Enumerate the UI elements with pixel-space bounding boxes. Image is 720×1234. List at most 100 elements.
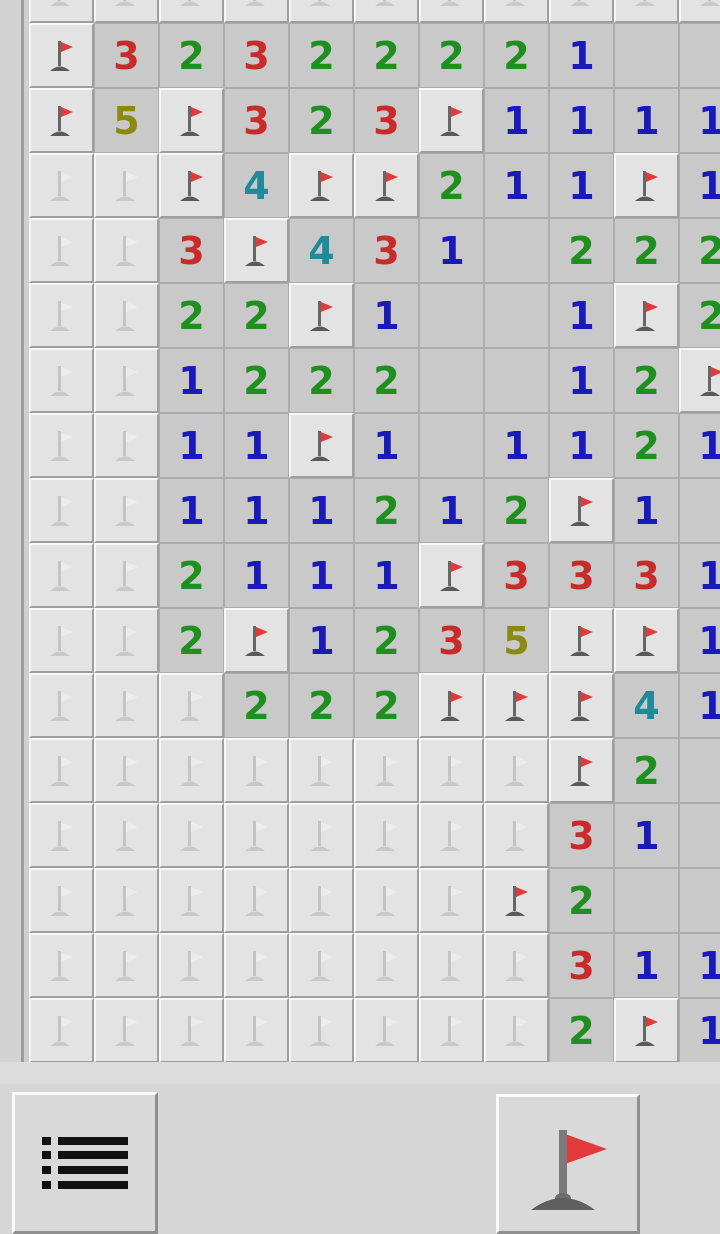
- cell-hidden[interactable]: [419, 803, 484, 868]
- cell-hidden[interactable]: [29, 543, 94, 608]
- cell-number[interactable]: 2: [419, 23, 484, 88]
- cell-hidden[interactable]: [29, 413, 94, 478]
- cell-hidden[interactable]: [419, 998, 484, 1062]
- cell-hidden[interactable]: [94, 0, 159, 23]
- cell-number[interactable]: 3: [224, 88, 289, 153]
- cell-hidden[interactable]: [224, 803, 289, 868]
- cell-hidden[interactable]: [94, 348, 159, 413]
- cell-empty[interactable]: [679, 803, 720, 868]
- cell-number[interactable]: 2: [159, 543, 224, 608]
- cell-empty[interactable]: [484, 283, 549, 348]
- cell-number[interactable]: 1: [679, 998, 720, 1062]
- cell-hidden[interactable]: [29, 218, 94, 283]
- cell-number[interactable]: 2: [224, 283, 289, 348]
- cell-empty[interactable]: [679, 23, 720, 88]
- cell-number[interactable]: 1: [159, 413, 224, 478]
- cell-number[interactable]: 2: [614, 218, 679, 283]
- cell-number[interactable]: 1: [549, 88, 614, 153]
- cell-hidden[interactable]: [354, 738, 419, 803]
- cell-hidden[interactable]: [29, 478, 94, 543]
- cell-hidden[interactable]: [29, 803, 94, 868]
- cell-number[interactable]: 1: [289, 543, 354, 608]
- cell-hidden[interactable]: [29, 153, 94, 218]
- cell-number[interactable]: 1: [354, 283, 419, 348]
- cell-number[interactable]: 1: [614, 88, 679, 153]
- cell-number[interactable]: 1: [289, 478, 354, 543]
- cell-flagged[interactable]: [289, 153, 354, 218]
- cell-number[interactable]: 5: [94, 88, 159, 153]
- cell-number[interactable]: 1: [679, 933, 720, 998]
- cell-hidden[interactable]: [419, 0, 484, 23]
- cell-hidden[interactable]: [94, 543, 159, 608]
- cell-hidden[interactable]: [289, 803, 354, 868]
- cell-flagged[interactable]: [679, 348, 720, 413]
- cell-number[interactable]: 1: [224, 478, 289, 543]
- cell-flagged[interactable]: [159, 153, 224, 218]
- cell-hidden[interactable]: [419, 738, 484, 803]
- cell-flagged[interactable]: [419, 673, 484, 738]
- cell-number[interactable]: 1: [289, 608, 354, 673]
- cell-hidden[interactable]: [159, 803, 224, 868]
- cell-hidden[interactable]: [94, 218, 159, 283]
- cell-hidden[interactable]: [224, 933, 289, 998]
- cell-number[interactable]: 3: [549, 803, 614, 868]
- cell-hidden[interactable]: [94, 673, 159, 738]
- cell-number[interactable]: 1: [484, 153, 549, 218]
- cell-hidden[interactable]: [29, 348, 94, 413]
- cell-hidden[interactable]: [354, 0, 419, 23]
- cell-number[interactable]: 1: [614, 478, 679, 543]
- cell-number[interactable]: 1: [549, 153, 614, 218]
- cell-number[interactable]: 1: [159, 348, 224, 413]
- cell-number[interactable]: 4: [614, 673, 679, 738]
- cell-number[interactable]: 1: [549, 413, 614, 478]
- cell-hidden[interactable]: [29, 998, 94, 1062]
- cell-hidden[interactable]: [159, 868, 224, 933]
- cell-hidden[interactable]: [679, 0, 720, 23]
- cell-empty[interactable]: [484, 218, 549, 283]
- cell-number[interactable]: 2: [549, 218, 614, 283]
- cell-hidden[interactable]: [484, 933, 549, 998]
- cell-number[interactable]: 2: [419, 153, 484, 218]
- cell-hidden[interactable]: [484, 998, 549, 1062]
- cell-hidden[interactable]: [94, 738, 159, 803]
- cell-hidden[interactable]: [289, 933, 354, 998]
- cell-hidden[interactable]: [289, 738, 354, 803]
- cell-number[interactable]: 1: [549, 348, 614, 413]
- cell-number[interactable]: 2: [159, 608, 224, 673]
- cell-hidden[interactable]: [159, 998, 224, 1062]
- menu-button[interactable]: [12, 1092, 158, 1234]
- cell-number[interactable]: 1: [549, 23, 614, 88]
- cell-number[interactable]: 3: [159, 218, 224, 283]
- cell-empty[interactable]: [419, 283, 484, 348]
- cell-number[interactable]: 1: [224, 543, 289, 608]
- cell-number[interactable]: 3: [94, 23, 159, 88]
- cell-number[interactable]: 2: [614, 413, 679, 478]
- cell-hidden[interactable]: [29, 0, 94, 23]
- cell-hidden[interactable]: [159, 673, 224, 738]
- cell-flagged[interactable]: [289, 283, 354, 348]
- cell-hidden[interactable]: [224, 998, 289, 1062]
- cell-number[interactable]: 1: [419, 478, 484, 543]
- cell-empty[interactable]: [419, 348, 484, 413]
- cell-number[interactable]: 1: [484, 413, 549, 478]
- cell-number[interactable]: 1: [614, 803, 679, 868]
- cell-number[interactable]: 5: [484, 608, 549, 673]
- cell-number[interactable]: 1: [354, 543, 419, 608]
- cell-hidden[interactable]: [159, 738, 224, 803]
- cell-number[interactable]: 1: [159, 478, 224, 543]
- cell-number[interactable]: 1: [354, 413, 419, 478]
- cell-flagged[interactable]: [549, 608, 614, 673]
- cell-empty[interactable]: [679, 868, 720, 933]
- cell-number[interactable]: 1: [679, 413, 720, 478]
- cell-number[interactable]: 4: [224, 153, 289, 218]
- cell-number[interactable]: 2: [354, 478, 419, 543]
- cell-number[interactable]: 2: [614, 738, 679, 803]
- cell-hidden[interactable]: [159, 0, 224, 23]
- cell-hidden[interactable]: [224, 868, 289, 933]
- cell-number[interactable]: 3: [354, 88, 419, 153]
- cell-hidden[interactable]: [29, 283, 94, 348]
- cell-number[interactable]: 2: [289, 673, 354, 738]
- cell-number[interactable]: 2: [679, 218, 720, 283]
- cell-hidden[interactable]: [29, 738, 94, 803]
- cell-flagged[interactable]: [419, 543, 484, 608]
